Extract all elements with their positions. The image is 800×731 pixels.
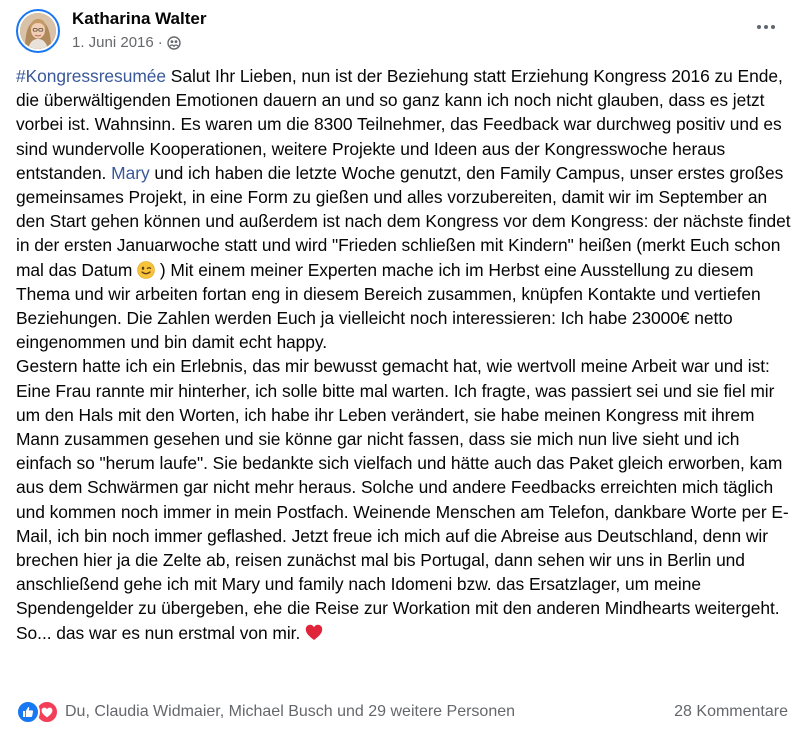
- post-paragraph-1: #Kongressresumée Salut Ihr Lieben, nun i…: [16, 64, 794, 354]
- post-header: Katharina Walter 1. Juni 2016 ·: [16, 8, 206, 53]
- post-footer: Du, Claudia Widmaier, Michael Busch und …: [16, 698, 788, 726]
- winking-face-emoji-icon: [137, 260, 155, 279]
- post-date[interactable]: 1. Juni 2016: [72, 33, 154, 53]
- facebook-post: Katharina Walter 1. Juni 2016 · #Kongres…: [0, 0, 800, 731]
- meta-separator: ·: [157, 34, 163, 51]
- mention-link[interactable]: Mary: [111, 163, 150, 183]
- avatar-photo: [20, 12, 56, 49]
- author-block: Katharina Walter 1. Juni 2016 ·: [72, 8, 206, 53]
- friends-icon[interactable]: [167, 36, 181, 50]
- reaction-icons: [16, 700, 59, 724]
- post-paragraph-2: Gestern hatte ich ein Erlebnis, das mir …: [16, 354, 794, 644]
- avatar[interactable]: [16, 8, 60, 53]
- comments-count-link[interactable]: 28 Kommentare: [674, 703, 788, 721]
- reactions-summary[interactable]: Du, Claudia Widmaier, Michael Busch und …: [16, 700, 515, 724]
- hashtag-link[interactable]: #Kongressresumée: [16, 66, 166, 86]
- reactions-summary-text: Du, Claudia Widmaier, Michael Busch und …: [65, 703, 516, 720]
- post-text-paragraph-2: Gestern hatte ich ein Erlebnis, das mir …: [16, 356, 789, 643]
- post-body: #Kongressresumée Salut Ihr Lieben, nun i…: [16, 64, 794, 645]
- red-heart-emoji-icon: [305, 623, 323, 640]
- more-horizontal-icon: [757, 25, 761, 29]
- more-options-button[interactable]: [752, 16, 780, 38]
- author-name[interactable]: Katharina Walter: [72, 8, 206, 30]
- like-icon: [16, 700, 40, 724]
- post-meta: 1. Juni 2016 ·: [72, 33, 206, 53]
